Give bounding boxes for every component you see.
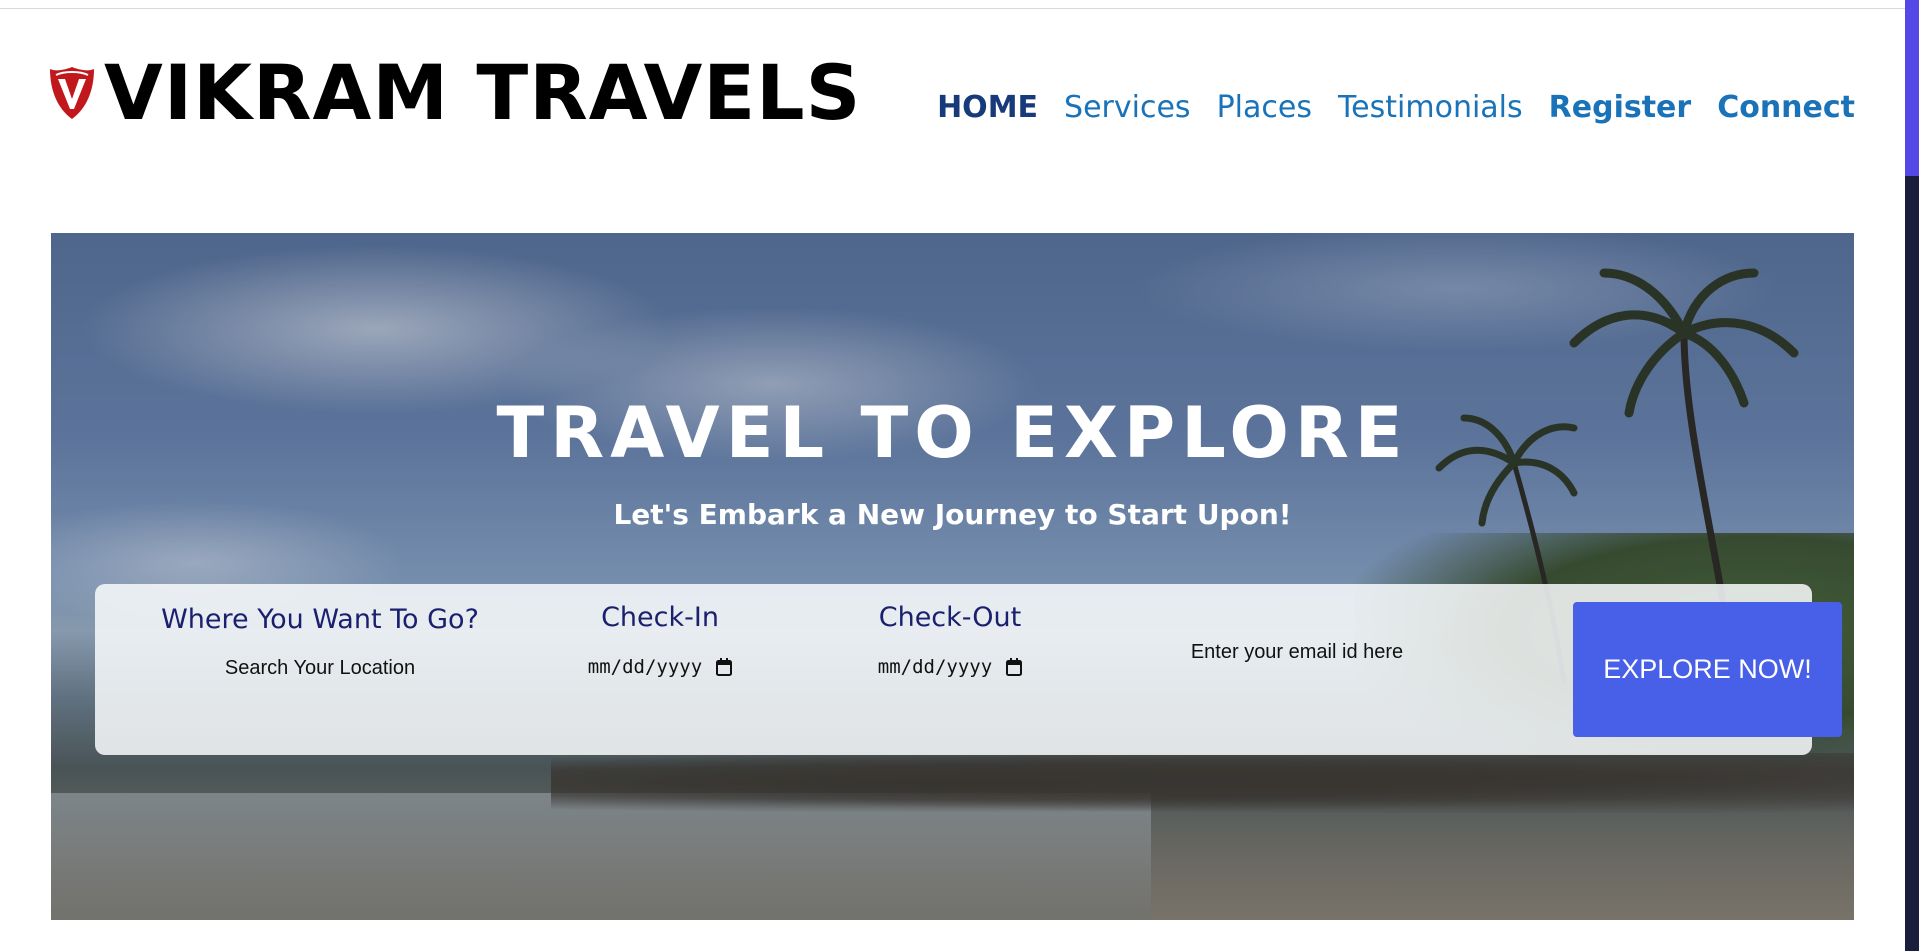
hero-title: TRAVEL TO EXPLORE <box>496 392 1409 474</box>
explore-now-button[interactable]: EXPLORE NOW! <box>1573 602 1842 737</box>
nav-testimonials[interactable]: Testimonials <box>1338 86 1523 130</box>
nav-home[interactable]: HOME <box>937 86 1038 130</box>
checkout-field: Check-Out mm/dd/yyyy <box>825 600 1075 678</box>
nav-register[interactable]: Register <box>1549 86 1692 130</box>
hero-subtitle: Let's Embark a New Journey to Start Upon… <box>613 498 1292 531</box>
location-field: Where You Want To Go? <box>155 602 485 681</box>
location-label: Where You Want To Go? <box>161 604 479 635</box>
search-panel: Where You Want To Go? Check-In mm/dd/yyy… <box>95 584 1842 755</box>
hero-overlay <box>51 233 1854 920</box>
scrollbar-track[interactable] <box>1905 0 1919 951</box>
location-input[interactable] <box>168 656 472 681</box>
calendar-icon[interactable] <box>1006 658 1023 676</box>
checkout-placeholder: mm/dd/yyyy <box>877 656 993 678</box>
scrollbar-thumb[interactable] <box>1905 0 1919 176</box>
nav-services[interactable]: Services <box>1064 86 1191 130</box>
checkin-placeholder: mm/dd/yyyy <box>587 656 703 678</box>
calendar-icon[interactable] <box>716 658 733 676</box>
checkout-input[interactable]: mm/dd/yyyy <box>877 656 1023 678</box>
checkin-label: Check-In <box>601 602 719 633</box>
checkin-input[interactable]: mm/dd/yyyy <box>587 656 733 678</box>
checkout-label: Check-Out <box>878 602 1022 633</box>
shield-v-icon <box>50 67 94 119</box>
email-field <box>1145 640 1449 665</box>
brand-name: VIKRAM TRAVELS <box>104 48 862 137</box>
browser-top-edge <box>0 0 1905 9</box>
brand-logo[interactable]: VIKRAM TRAVELS <box>48 48 861 138</box>
nav-connect[interactable]: Connect <box>1717 86 1855 130</box>
main-nav: HOME Services Places Testimonials Regist… <box>937 86 1855 130</box>
email-input[interactable] <box>1145 640 1449 665</box>
hero-banner: TRAVEL TO EXPLORE Let's Embark a New Jou… <box>51 233 1854 920</box>
checkin-field: Check-In mm/dd/yyyy <box>535 600 785 678</box>
nav-places[interactable]: Places <box>1217 86 1312 130</box>
